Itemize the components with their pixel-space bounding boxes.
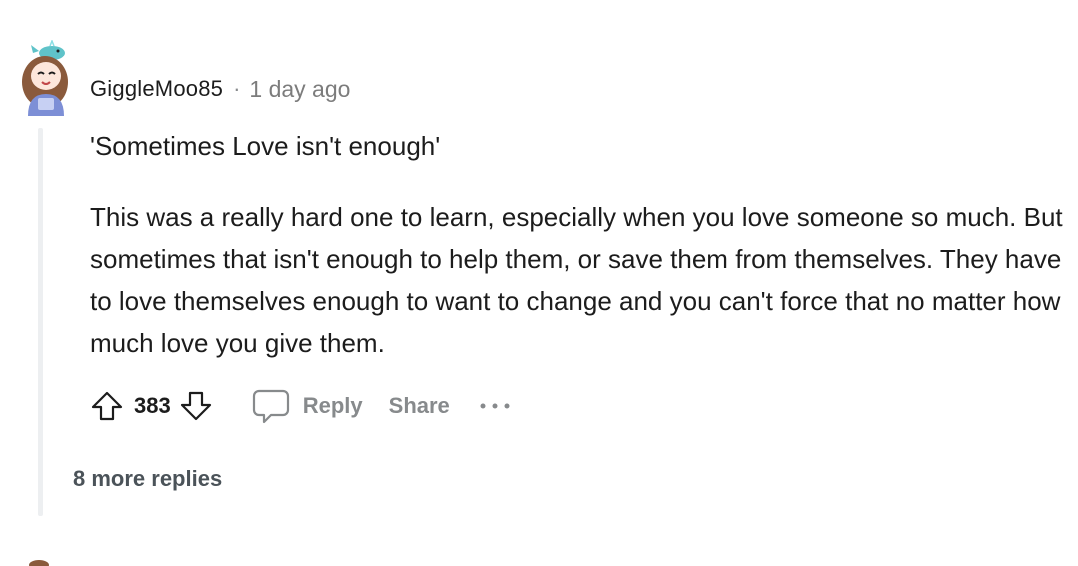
comment-text: This was a really hard one to learn, esp… xyxy=(90,202,1063,358)
upvote-button[interactable] xyxy=(88,387,126,425)
speech-bubble-icon xyxy=(252,389,289,424)
comment-body: 'Sometimes Love isn't enough' This was a… xyxy=(90,125,1070,364)
more-options-button[interactable] xyxy=(478,400,512,412)
vote-score: 383 xyxy=(134,393,171,418)
reply-label: Reply xyxy=(302,393,363,418)
comment: GiggleMoo85 · 1 day ago 'Sometimes Love … xyxy=(0,0,1078,566)
downvote-arrow-icon xyxy=(180,391,211,421)
comment-quote: 'Sometimes Love isn't enough' xyxy=(90,131,441,161)
more-replies-link[interactable]: 8 more replies xyxy=(73,466,222,492)
comment-actions: 383 Reply Share xyxy=(88,384,512,428)
next-avatar xyxy=(29,560,49,566)
ellipsis-icon xyxy=(480,403,510,409)
thread-line[interactable] xyxy=(38,128,43,516)
comment-meta: GiggleMoo85 · 1 day ago xyxy=(90,74,350,104)
downvote-button[interactable] xyxy=(177,387,215,425)
share-label: Share xyxy=(388,393,450,418)
meta-separator: · xyxy=(233,76,241,101)
reply-button[interactable]: Reply xyxy=(251,386,363,426)
author-username[interactable]: GiggleMoo85 xyxy=(90,76,223,102)
comment-timestamp[interactable]: 1 day ago xyxy=(249,76,350,103)
avatar[interactable] xyxy=(16,40,74,116)
upvote-arrow-icon xyxy=(91,391,123,421)
share-button[interactable]: Share xyxy=(389,393,450,419)
